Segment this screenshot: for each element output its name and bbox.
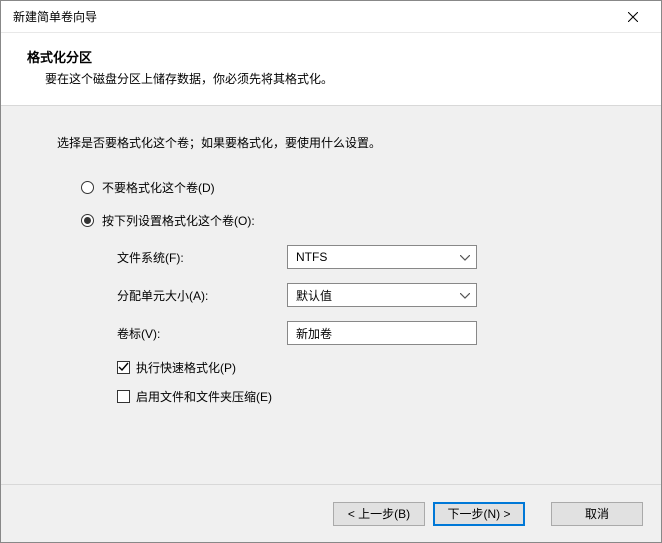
radio-format-with-settings[interactable]: 按下列设置格式化这个卷(O): (81, 212, 633, 229)
volume-label-label: 卷标(V): (117, 325, 287, 342)
radio-no-format-label: 不要格式化这个卷(D) (102, 179, 215, 196)
filesystem-select[interactable]: NTFS (287, 245, 477, 269)
wizard-window: 新建简单卷向导 格式化分区 要在这个磁盘分区上储存数据，你必须先将其格式化。 选… (0, 0, 662, 543)
chevron-down-icon (460, 288, 470, 302)
volume-label-input-wrapper (287, 321, 477, 345)
close-icon (628, 9, 638, 25)
checkbox-icon (117, 390, 130, 403)
filesystem-row: 文件系统(F): NTFS (117, 245, 593, 269)
volume-label-row: 卷标(V): (117, 321, 593, 345)
radio-format-label: 按下列设置格式化这个卷(O): (102, 212, 255, 229)
window-title: 新建简单卷向导 (13, 8, 613, 25)
filesystem-value: NTFS (296, 250, 327, 264)
allocation-label: 分配单元大小(A): (117, 287, 287, 304)
instruction-text: 选择是否要格式化这个卷；如果要格式化，要使用什么设置。 (57, 134, 633, 151)
radio-selected-dot (84, 217, 91, 224)
allocation-value: 默认值 (296, 287, 332, 304)
filesystem-label: 文件系统(F): (117, 249, 287, 266)
chevron-down-icon (460, 250, 470, 264)
allocation-select[interactable]: 默认值 (287, 283, 477, 307)
close-button[interactable] (613, 3, 653, 31)
quick-format-checkbox[interactable]: 执行快速格式化(P) (117, 359, 593, 376)
cancel-button[interactable]: 取消 (551, 502, 643, 526)
compression-checkbox[interactable]: 启用文件和文件夹压缩(E) (117, 388, 593, 405)
wizard-content: 选择是否要格式化这个卷；如果要格式化，要使用什么设置。 不要格式化这个卷(D) … (1, 106, 661, 484)
page-title: 格式化分区 (27, 47, 643, 66)
wizard-header: 格式化分区 要在这个磁盘分区上储存数据，你必须先将其格式化。 (1, 33, 661, 106)
compression-label: 启用文件和文件夹压缩(E) (136, 388, 272, 405)
quick-format-label: 执行快速格式化(P) (136, 359, 236, 376)
titlebar: 新建简单卷向导 (1, 1, 661, 33)
page-subtitle: 要在这个磁盘分区上储存数据，你必须先将其格式化。 (27, 70, 643, 87)
volume-label-input[interactable] (296, 326, 468, 340)
format-settings: 文件系统(F): NTFS 分配单元大小(A): 默认值 (81, 245, 633, 405)
back-button[interactable]: < 上一步(B) (333, 502, 425, 526)
format-radio-group: 不要格式化这个卷(D) 按下列设置格式化这个卷(O): 文件系统(F): NTF… (57, 179, 633, 405)
checkbox-icon (117, 361, 130, 374)
radio-no-format[interactable]: 不要格式化这个卷(D) (81, 179, 633, 196)
radio-icon (81, 181, 94, 194)
allocation-row: 分配单元大小(A): 默认值 (117, 283, 593, 307)
radio-icon (81, 214, 94, 227)
next-button[interactable]: 下一步(N) > (433, 502, 525, 526)
wizard-footer: < 上一步(B) 下一步(N) > 取消 (1, 484, 661, 542)
